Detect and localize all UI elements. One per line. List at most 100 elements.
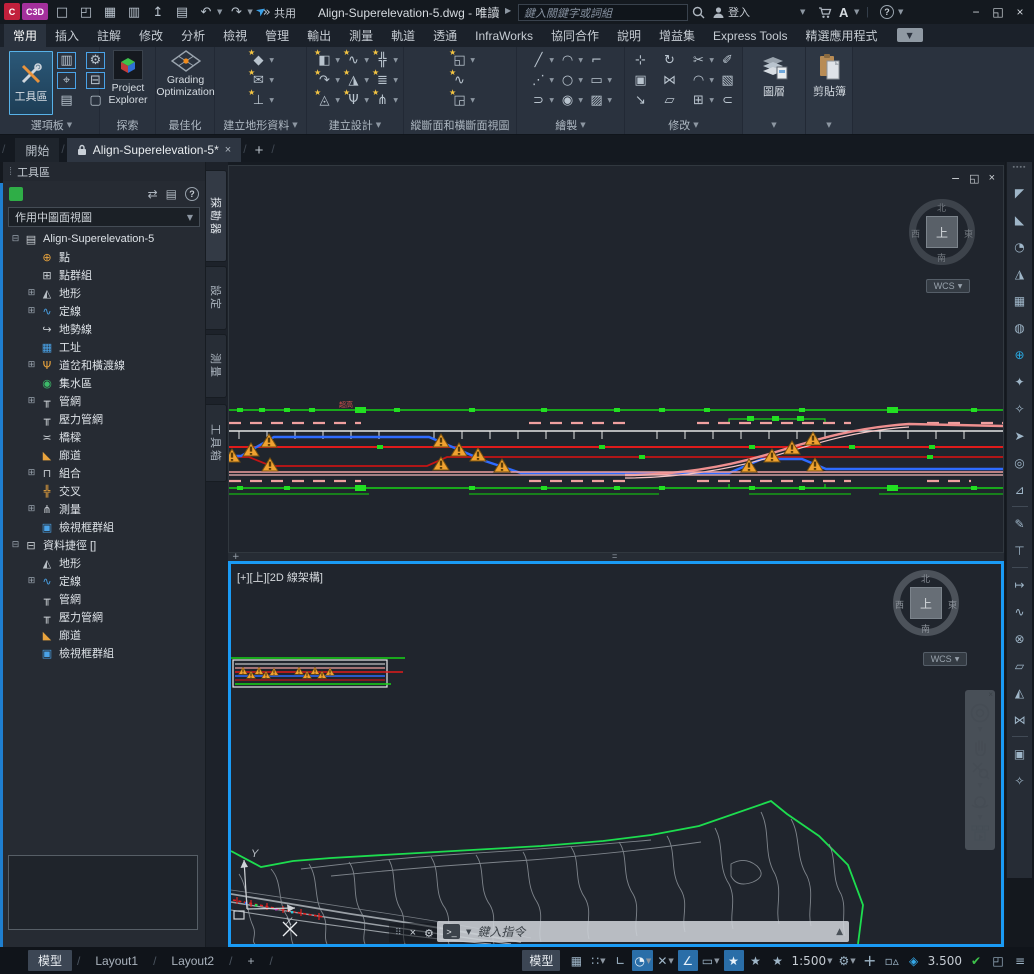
panel-label[interactable]: 建立設計▼ [307,117,403,132]
panel-label[interactable]: 修改▼ [625,117,742,132]
project-explorer-button[interactable]: Project Explorer [102,50,154,106]
dropdown-icon[interactable]: ▼ [269,57,274,64]
toolbar-grip[interactable]: ▪▪▪▪ [1013,165,1027,175]
ribbon-tab-軌道[interactable]: 軌道 [382,24,424,47]
toolspace-titlebar[interactable]: ⁞ 工具區 [3,162,205,181]
showmotion-icon[interactable] [970,824,990,842]
tree-item[interactable]: ⊞Ψ道岔和橫渡線 [3,356,204,374]
dropdown-icon[interactable]: ▼ [269,97,274,104]
save-as-icon[interactable]: ▥ [124,3,144,21]
toolspace-tab-測量[interactable]: 測量 [206,334,227,398]
close-tab-icon[interactable]: × [225,144,231,156]
new-layout-button[interactable]: + [237,952,264,970]
station-offset-icon[interactable]: ⊤ [1010,540,1030,561]
signin-icon[interactable] [712,0,725,24]
panorama-icon[interactable]: ▤ [166,187,177,201]
ribbon-tool-icon[interactable]: ◆★▼ [249,52,268,69]
navbar-close-icon[interactable]: × [988,690,993,699]
ribbon-tool-icon[interactable]: ◠▼ [558,52,577,69]
tree-item[interactable]: ≍橋樑 [3,428,204,446]
viewcube-west[interactable]: 西 [911,227,920,240]
save-icon[interactable]: ▦ [100,3,120,21]
toolspace-tab-探勘器[interactable]: 探勘器 [206,170,227,262]
geolocation-icon[interactable]: ◍ [1010,317,1030,338]
ribbon-tool-icon[interactable]: ◠▼ [689,72,708,89]
command-line[interactable]: >_ ▼ 鍵入指令 ▲ [437,921,849,942]
viewcube-east[interactable]: 東 [964,227,973,240]
ribbon-tool-icon[interactable]: ▣ [631,72,650,89]
panel-label[interactable]: ▼ [743,117,805,132]
viewcube-west[interactable]: 西 [895,598,904,611]
dropdown-icon[interactable]: ▼ [607,77,612,84]
select-arrow-icon[interactable]: ➤ [1010,425,1030,446]
commandline-close-icon[interactable]: × [410,927,416,939]
expand-icon[interactable]: ⊞ [27,469,36,478]
dropdown-icon[interactable]: ▼ [335,77,340,84]
dropdown-icon[interactable]: ▼ [393,57,398,64]
tree-item[interactable]: ╥壓力管網 [3,410,204,428]
panel-label[interactable]: 縱斷面和橫斷面視圖 [404,117,516,132]
dropdown-icon[interactable]: ▼ [709,57,714,64]
model-tab[interactable]: 模型 [28,950,72,971]
zoom-extents-icon[interactable] [970,760,990,780]
dropdown-icon[interactable]: ▼ [393,97,398,104]
ribbon-tool-icon[interactable]: ⊥★▼ [249,92,268,109]
dropdown-icon[interactable]: ▼ [668,957,673,965]
drawing-standards-icon[interactable]: ✔ [966,950,986,971]
export-icon[interactable]: ↥ [148,3,168,21]
minimize-button[interactable]: − [966,0,986,24]
ribbon-tool-icon[interactable]: ⊂ [718,92,737,109]
dropdown-icon[interactable]: ▼ [578,57,583,64]
ortho-mode-icon[interactable]: ∟ [610,950,630,971]
viewframe-tool-icon[interactable]: ▣ [1010,743,1030,764]
ribbon-tab-分析[interactable]: 分析 [172,24,214,47]
ribbon-tool-icon[interactable]: ✐ [718,52,737,69]
zoom-select-icon[interactable]: ◎ [1010,452,1030,473]
layers-button[interactable]: 圖層 [749,53,799,99]
commandline-grip[interactable]: ⠿ × ⚙ [389,923,440,943]
ribbon-tab-插入[interactable]: 插入 [46,24,88,47]
ribbon-tool-icon[interactable]: ⊞▼ [689,92,708,109]
layout-tab-Layout1[interactable]: Layout1 [85,952,148,970]
ribbon-tab-增益集[interactable]: 增益集 [650,24,704,47]
orbit-icon[interactable] [970,792,990,812]
tree-item[interactable]: ⊞╥管網 [3,392,204,410]
dropdown-icon[interactable]: ▼ [709,97,714,104]
help-icon[interactable]: ? [880,0,894,24]
drawing-tab[interactable]: Align-Superelevation-5* × [67,138,242,162]
ribbon-tab-修改[interactable]: 修改 [130,24,172,47]
ribbon-tool-icon[interactable]: ▧ [718,72,737,89]
dropdown-icon[interactable]: ▼ [335,97,340,104]
title-expand-arrow[interactable]: ▶ [505,6,511,15]
annotation-sync-icon[interactable]: ★ [768,950,788,971]
ribbon-tab-精選應用程式[interactable]: 精選應用程式 [797,24,887,47]
autodesk-dropdown-icon[interactable]: ▼ [854,0,859,24]
tree-item[interactable]: ↪地勢線 [3,320,204,338]
ribbon-tab-註解[interactable]: 註解 [88,24,130,47]
panel-label[interactable]: 建立地形資料▼ [215,117,306,132]
wcs-dropdown[interactable]: WCS▼ [926,279,970,293]
viewcube-north[interactable]: 北 [921,572,930,585]
palette-grip[interactable]: ⁞ [9,166,12,178]
expand-icon[interactable]: ⊟ [11,235,20,244]
toolspace-tab-工具箱[interactable]: 工具箱 [206,404,227,482]
pan-hand-icon[interactable] [970,736,990,756]
signin-dropdown-icon[interactable]: ▼ [800,0,805,24]
panel-label[interactable]: 探索 [100,117,155,132]
crosshair-toggle-icon[interactable]: + [860,950,880,971]
ribbon-tool-icon[interactable]: ↘ [631,92,650,109]
ribbon-tab-管理[interactable]: 管理 [256,24,298,47]
parallelogram-tool-icon[interactable]: ▱ [1010,655,1030,676]
viewcube-south[interactable]: 南 [921,622,930,635]
ribbon-tool-icon[interactable]: ∿★▼ [344,52,363,69]
tree-item[interactable]: ▦工址 [3,338,204,356]
bearing-distance-icon[interactable]: ↦ [1010,574,1030,595]
viewcube-top-face[interactable]: 上 [926,216,958,248]
ribbon-tool-icon[interactable]: ⌐ [587,52,606,69]
customization-menu-icon[interactable]: ≡ [1010,950,1030,971]
annotation-autoscale-icon[interactable]: ★ [746,950,766,971]
isolate-objects-icon[interactable]: ▫▵ [882,950,902,971]
tree-item[interactable]: ◉集水區 [3,374,204,392]
ribbon-tool-icon[interactable]: ╱▼ [529,52,548,69]
dropdown-icon[interactable]: ▼ [646,957,651,965]
